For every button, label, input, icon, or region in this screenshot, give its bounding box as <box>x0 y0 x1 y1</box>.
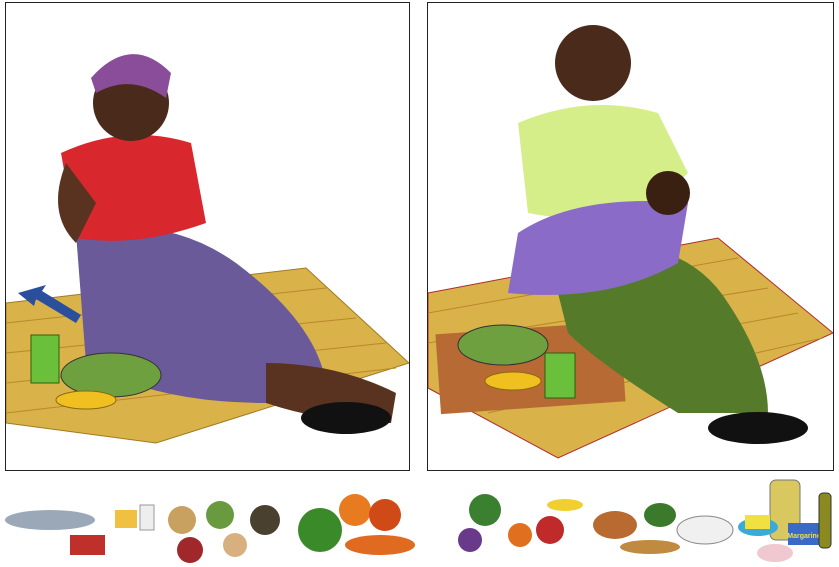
staples <box>593 503 734 554</box>
breastfeeding-woman-illustration <box>427 2 834 471</box>
food-groups-strip: Margarine <box>0 475 839 567</box>
pregnant-woman-illustration <box>5 2 410 471</box>
plate <box>60 352 162 398</box>
fruits <box>458 494 583 552</box>
sandal <box>708 412 808 444</box>
sandal <box>301 402 391 434</box>
animal-source-foods <box>5 504 155 555</box>
fats-and-oils: Margarine <box>738 479 832 562</box>
banana <box>55 390 117 410</box>
plate <box>457 324 549 366</box>
green-cup <box>544 352 576 399</box>
baby-head <box>646 171 690 215</box>
vegetables <box>298 494 415 555</box>
margarine-label: Margarine <box>787 533 821 540</box>
head <box>555 25 631 101</box>
green-cup <box>30 334 60 384</box>
legumes-and-nuts <box>168 501 280 563</box>
banana <box>484 371 542 391</box>
